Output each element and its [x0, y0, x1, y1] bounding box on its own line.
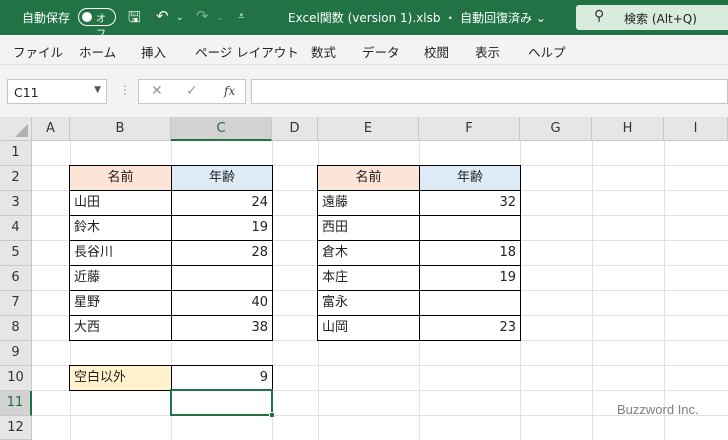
- row-header-1[interactable]: 1: [0, 141, 32, 166]
- column-header-a[interactable]: A: [32, 117, 70, 141]
- table1-age-cell[interactable]: 28: [171, 240, 273, 266]
- table2-age-cell[interactable]: 23: [419, 315, 521, 341]
- table2-name-cell[interactable]: 遠藤: [317, 190, 420, 216]
- column-header-c[interactable]: C: [171, 117, 272, 141]
- search-icon: ⚲: [594, 8, 605, 24]
- cancel-icon[interactable]: ✕: [151, 83, 163, 99]
- enter-icon[interactable]: ✓: [186, 83, 198, 99]
- table1-header-age[interactable]: 年齢: [171, 165, 273, 191]
- table1-age-cell[interactable]: 40: [171, 290, 273, 316]
- table1-age-cell[interactable]: [171, 265, 273, 291]
- row-header-9[interactable]: 9: [0, 341, 32, 366]
- autosave-toggle[interactable]: オフ: [78, 8, 116, 40]
- formula-input[interactable]: [251, 79, 728, 104]
- table1-name-cell[interactable]: 星野: [69, 290, 172, 316]
- tab-insert[interactable]: 挿入: [141, 42, 166, 61]
- table2-age-cell[interactable]: [419, 290, 521, 316]
- table2-header-name[interactable]: 名前: [317, 165, 420, 191]
- row-header-6[interactable]: 6: [0, 266, 32, 291]
- column-header-f[interactable]: F: [419, 117, 520, 141]
- search-label: 検索 (Alt+Q): [624, 12, 697, 26]
- table2-name-cell[interactable]: 倉木: [317, 240, 420, 266]
- tab-page-layout[interactable]: ページ レイアウト: [195, 42, 299, 61]
- column-header-i[interactable]: I: [664, 117, 728, 141]
- tab-view[interactable]: 表示: [475, 42, 500, 61]
- table2-name-cell[interactable]: 西田: [317, 215, 420, 241]
- result-value-cell[interactable]: 9: [171, 365, 273, 391]
- table1-age-cell[interactable]: 38: [171, 315, 273, 341]
- redo-icon[interactable]: ↷: [196, 7, 209, 25]
- column-header-d[interactable]: D: [272, 117, 318, 141]
- table2-age-cell[interactable]: [419, 215, 521, 241]
- table1-age-cell[interactable]: 24: [171, 190, 273, 216]
- file-title[interactable]: Excel関数 (version 1).xlsb ・ 自動回復済み ⌄: [288, 9, 546, 26]
- row-header-7[interactable]: 7: [0, 291, 32, 316]
- table1-name-cell[interactable]: 長谷川: [69, 240, 172, 266]
- insert-function-icon[interactable]: fx: [224, 84, 235, 98]
- table1-name-cell[interactable]: 大西: [69, 315, 172, 341]
- customize-toolbar-icon[interactable]: ⩡: [238, 9, 245, 24]
- table1-header-name[interactable]: 名前: [69, 165, 172, 191]
- name-box[interactable]: C11 ▼: [7, 79, 107, 104]
- table2-name-cell[interactable]: 富永: [317, 290, 420, 316]
- column-header-g[interactable]: G: [520, 117, 592, 141]
- row-header-11[interactable]: 11: [0, 391, 32, 416]
- table2-name-cell[interactable]: 本庄: [317, 265, 420, 291]
- row-header-4[interactable]: 4: [0, 216, 32, 241]
- table2-age-cell[interactable]: 18: [419, 240, 521, 266]
- tab-help[interactable]: ヘルプ: [528, 42, 566, 61]
- formula-bar: C11 ▼ ⋮ ✕ ✓ fx: [0, 65, 728, 117]
- autosave-label: 自動保存: [22, 11, 71, 25]
- tab-file[interactable]: ファイル: [13, 42, 63, 61]
- title-bar: 自動保存 オフ 🖫 ↶ ⌄ ↷ ⌄ ⩡ Excel関数 (version 1).…: [0, 0, 728, 40]
- table2-age-cell[interactable]: 19: [419, 265, 521, 291]
- row-header-3[interactable]: 3: [0, 191, 32, 216]
- row-header-10[interactable]: 10: [0, 366, 32, 391]
- chevron-down-icon[interactable]: ▼: [94, 85, 101, 95]
- tab-review[interactable]: 校閲: [424, 42, 449, 61]
- column-header-e[interactable]: E: [318, 117, 419, 141]
- redo-dropdown-icon[interactable]: ⌄: [216, 13, 224, 23]
- select-all-icon: [15, 124, 28, 137]
- tab-home[interactable]: ホーム: [79, 42, 116, 61]
- fill-handle[interactable]: [269, 412, 275, 418]
- watermark-text: Buzzword Inc.: [617, 402, 699, 417]
- row-header-8[interactable]: 8: [0, 316, 32, 341]
- table1-name-cell[interactable]: 近藤: [69, 265, 172, 291]
- row-header-5[interactable]: 5: [0, 241, 32, 266]
- formula-buttons: ✕ ✓ fx: [138, 79, 246, 104]
- table1-name-cell[interactable]: 山田: [69, 190, 172, 216]
- active-cell-c11[interactable]: [170, 389, 273, 416]
- save-icon[interactable]: 🖫: [128, 7, 141, 32]
- undo-icon[interactable]: ↶: [156, 7, 169, 25]
- table2-name-cell[interactable]: 山岡: [317, 315, 420, 341]
- column-header-h[interactable]: H: [592, 117, 664, 141]
- search-box[interactable]: ⚲ 検索 (Alt+Q): [576, 5, 728, 30]
- toggle-knob: [82, 12, 92, 22]
- table1-age-cell[interactable]: 19: [171, 215, 273, 241]
- worksheet-grid[interactable]: A B C D E F G H I 1 2 3 4 5 6 7 8 9 10 1…: [0, 117, 728, 440]
- table2-header-age[interactable]: 年齢: [419, 165, 521, 191]
- tab-formulas[interactable]: 数式: [311, 42, 336, 61]
- result-label-cell[interactable]: 空白以外: [69, 365, 172, 391]
- column-header-b[interactable]: B: [70, 117, 171, 141]
- tab-data[interactable]: データ: [362, 42, 400, 61]
- name-box-value: C11: [14, 85, 39, 100]
- ribbon-tabs: ファイル ホーム 挿入 ページ レイアウト 数式 データ 校閲 表示 ヘルプ: [0, 35, 728, 65]
- select-all-button[interactable]: [0, 117, 32, 141]
- table2-age-cell[interactable]: 32: [419, 190, 521, 216]
- row-header-12[interactable]: 12: [0, 416, 32, 440]
- more-icon: ⋮: [119, 83, 131, 97]
- row-header-2[interactable]: 2: [0, 166, 32, 191]
- table1-name-cell[interactable]: 鈴木: [69, 215, 172, 241]
- undo-dropdown-icon[interactable]: ⌄: [176, 13, 184, 23]
